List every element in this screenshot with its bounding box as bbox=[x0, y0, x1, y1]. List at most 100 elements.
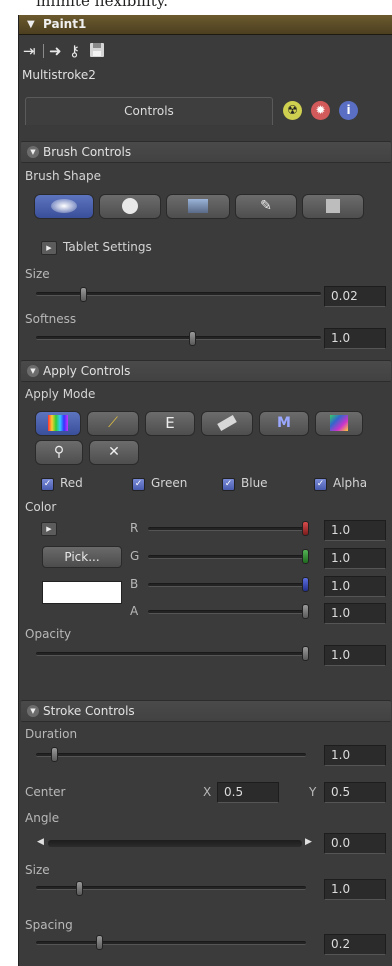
softness-slider-track[interactable] bbox=[36, 336, 321, 340]
blue-value[interactable]: 1.0 bbox=[324, 576, 386, 597]
stroke-controls-header[interactable]: ▼ Stroke Controls bbox=[21, 700, 391, 722]
eraser-icon bbox=[217, 415, 237, 431]
tablet-settings-label[interactable]: Tablet Settings bbox=[63, 240, 152, 254]
page-caption: infinite flexibility. bbox=[36, 0, 169, 10]
erase-mode-button[interactable] bbox=[201, 411, 253, 436]
color-mode-button[interactable] bbox=[35, 411, 81, 436]
stroke-size-slider-knob[interactable] bbox=[76, 881, 84, 896]
expand-toggle-icon[interactable]: ▶ bbox=[41, 241, 57, 255]
apply-controls-header[interactable]: ▼ Apply Controls bbox=[21, 360, 391, 382]
stamp-icon: ⚲ bbox=[53, 444, 65, 460]
pick-color-button[interactable]: Pick... bbox=[42, 546, 122, 568]
color-expand-icon[interactable]: ▶ bbox=[41, 522, 57, 536]
red-channel-label: Red bbox=[60, 476, 83, 490]
panel-title: Paint1 bbox=[43, 17, 87, 31]
clone-mode-button[interactable]: ⟋ bbox=[87, 411, 139, 436]
arrow-right-icon[interactable]: ➜ bbox=[49, 41, 62, 61]
panel-toolbar: ⇥ ➜ ⚷ bbox=[19, 37, 392, 65]
softness-value[interactable]: 1.0 bbox=[324, 328, 386, 349]
soft-brush-button[interactable] bbox=[34, 194, 94, 219]
spacing-value[interactable]: 0.2 bbox=[324, 934, 386, 955]
opacity-slider-knob[interactable] bbox=[302, 646, 309, 661]
angle-thumbwheel[interactable] bbox=[48, 840, 302, 847]
softness-slider-knob[interactable] bbox=[188, 331, 196, 346]
tab-controls[interactable]: Controls bbox=[25, 97, 273, 125]
center-x-label: X bbox=[203, 785, 212, 799]
duration-slider-track[interactable] bbox=[36, 753, 306, 757]
green-checkbox[interactable]: ✓ bbox=[132, 478, 145, 491]
square-brush-icon bbox=[326, 199, 340, 213]
apply-controls-title: Apply Controls bbox=[43, 364, 131, 378]
alpha-slider-knob[interactable] bbox=[302, 604, 309, 619]
alpha-component-label: A bbox=[130, 604, 139, 618]
center-label: Center bbox=[25, 785, 66, 799]
collapse-arrow-icon[interactable]: ▼ bbox=[27, 705, 39, 717]
red-slider-track[interactable] bbox=[148, 527, 306, 531]
spacing-slider-knob[interactable] bbox=[96, 935, 104, 950]
radioactive-icon[interactable]: ☢ bbox=[283, 101, 302, 120]
alpha-checkbox[interactable]: ✓ bbox=[314, 478, 327, 491]
green-value[interactable]: 1.0 bbox=[324, 548, 386, 569]
brush-size-value[interactable]: 0.02 bbox=[324, 286, 386, 307]
angle-right-arrow-icon[interactable]: ▶ bbox=[305, 837, 312, 847]
info-icon[interactable]: i bbox=[339, 101, 358, 120]
center-x-input[interactable]: 0.5 bbox=[217, 782, 279, 803]
pin-icon[interactable]: ⇥ bbox=[23, 41, 36, 61]
circle-brush-button[interactable] bbox=[99, 194, 161, 219]
collapse-arrow-icon[interactable]: ▼ bbox=[27, 365, 39, 377]
center-y-input[interactable]: 0.5 bbox=[324, 782, 386, 803]
duration-slider-knob[interactable] bbox=[51, 747, 58, 762]
collapse-triangle-icon[interactable]: ▼ bbox=[27, 19, 35, 30]
alpha-value[interactable]: 1.0 bbox=[324, 603, 386, 624]
softness-label: Softness bbox=[25, 312, 77, 326]
brush-size-slider-knob[interactable] bbox=[80, 287, 88, 302]
blue-slider-track[interactable] bbox=[148, 583, 306, 587]
brush-controls-header[interactable]: ▼ Brush Controls bbox=[21, 141, 391, 163]
save-icon[interactable] bbox=[89, 42, 105, 62]
stamp-mode-button[interactable]: ⚲ bbox=[35, 440, 83, 465]
angle-left-arrow-icon[interactable]: ◀ bbox=[37, 837, 44, 847]
red-value[interactable]: 1.0 bbox=[324, 520, 386, 541]
wire-icon bbox=[330, 415, 348, 431]
pencil-brush-button[interactable]: ✎ bbox=[235, 194, 297, 219]
duration-value[interactable]: 1.0 bbox=[324, 745, 386, 766]
spacing-slider-track[interactable] bbox=[36, 941, 306, 945]
gear-icon[interactable]: ✹ bbox=[311, 101, 330, 120]
color-swatch[interactable] bbox=[42, 581, 122, 604]
merge-icon: M bbox=[277, 415, 291, 431]
key-icon[interactable]: ⚷ bbox=[69, 41, 80, 61]
green-slider-knob[interactable] bbox=[302, 549, 309, 564]
color-label: Color bbox=[25, 500, 57, 514]
wire-mode-button[interactable] bbox=[315, 411, 363, 436]
apply-mode-label: Apply Mode bbox=[25, 387, 96, 401]
smear-mode-button[interactable]: ✕ bbox=[89, 440, 139, 465]
tool-name-label: Multistroke2 bbox=[22, 68, 96, 82]
alpha-slider-track[interactable] bbox=[148, 610, 306, 614]
blue-checkbox[interactable]: ✓ bbox=[222, 478, 235, 491]
image-brush-icon bbox=[188, 199, 208, 213]
center-y-label: Y bbox=[309, 785, 317, 799]
blue-component-label: B bbox=[130, 577, 139, 591]
emboss-mode-button[interactable]: E bbox=[145, 411, 195, 436]
merge-mode-button[interactable]: M bbox=[259, 411, 309, 436]
circle-brush-icon bbox=[122, 198, 138, 214]
spacing-label: Spacing bbox=[25, 918, 73, 932]
pencil-icon: ✎ bbox=[260, 198, 272, 214]
opacity-slider-track[interactable] bbox=[36, 652, 306, 656]
stroke-size-value[interactable]: 1.0 bbox=[324, 879, 386, 900]
toolbar-divider bbox=[43, 44, 44, 58]
image-brush-button[interactable] bbox=[166, 194, 230, 219]
collapse-arrow-icon[interactable]: ▼ bbox=[27, 146, 39, 158]
red-checkbox[interactable]: ✓ bbox=[41, 478, 54, 491]
panel-title-bar[interactable]: ▼ Paint1 bbox=[19, 15, 392, 35]
angle-value[interactable]: 0.0 bbox=[324, 833, 386, 854]
emboss-icon: E bbox=[165, 414, 175, 432]
opacity-value[interactable]: 1.0 bbox=[324, 645, 386, 666]
stroke-controls-title: Stroke Controls bbox=[43, 704, 135, 718]
square-brush-button[interactable] bbox=[302, 194, 364, 219]
green-slider-track[interactable] bbox=[148, 555, 306, 559]
red-slider-knob[interactable] bbox=[302, 521, 309, 536]
alpha-channel-label: Alpha bbox=[333, 476, 368, 490]
brush-size-slider-track[interactable] bbox=[36, 292, 321, 296]
blue-slider-knob[interactable] bbox=[302, 577, 309, 592]
